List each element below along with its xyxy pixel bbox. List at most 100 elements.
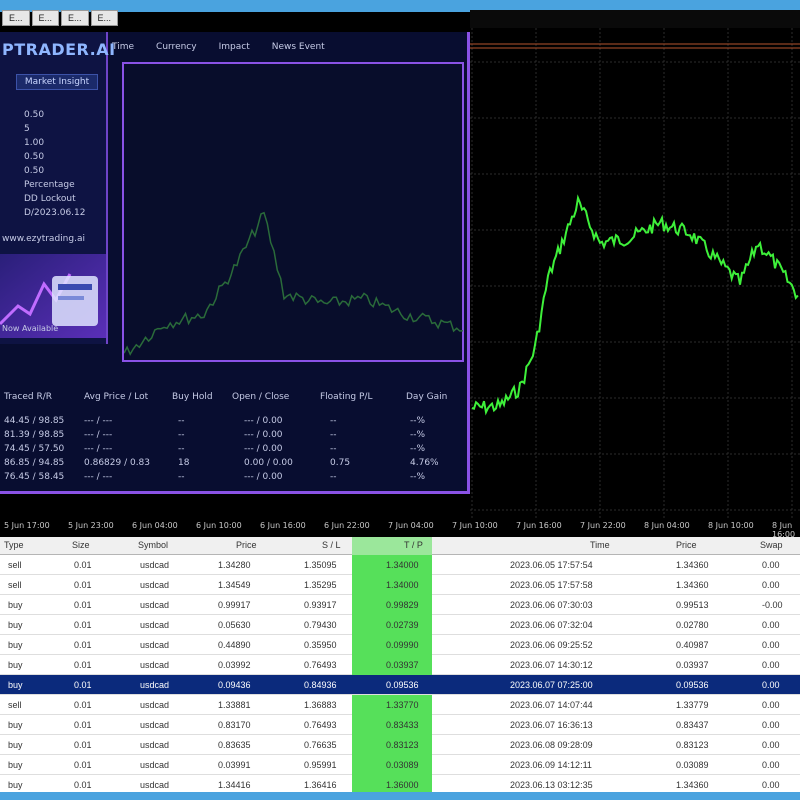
- trade-row[interactable]: buy 0.01 usdcad 0.83170 0.76493 0.83433 2023.0…: [0, 715, 800, 735]
- cell-current-price: 0.83437: [676, 720, 709, 730]
- time-axis-label: 8 Jun 10:00: [708, 521, 754, 530]
- col-header-tp[interactable]: T / P: [404, 540, 423, 550]
- menu-impact[interactable]: Impact: [219, 40, 250, 56]
- cell-swap: 0.00: [762, 760, 780, 770]
- stats-cell: --: [178, 444, 185, 454]
- cell-type: buy: [8, 740, 23, 750]
- trade-row[interactable]: buy 0.01 usdcad 0.99917 0.93917 0.99829 2023.0…: [0, 595, 800, 615]
- cell-sl: 1.36883: [304, 700, 337, 710]
- stats-cell: 76.45 / 58.45: [4, 472, 65, 482]
- col-header-type[interactable]: Type: [4, 540, 24, 550]
- stats-cell: --- / 0.00: [244, 472, 283, 482]
- stats-cell: --: [178, 472, 185, 482]
- dashboard-chart-window: [122, 62, 464, 362]
- trade-row[interactable]: buy 0.01 usdcad 0.03991 0.95991 0.03089 2023.0…: [0, 755, 800, 775]
- col-header-size[interactable]: Size: [72, 540, 90, 550]
- col-header-sl[interactable]: S / L: [322, 540, 341, 550]
- cell-type: buy: [8, 780, 23, 790]
- setting-value: 0.50: [24, 152, 45, 162]
- stats-cell: --%: [410, 472, 426, 482]
- cell-current-price: 0.03089: [676, 760, 709, 770]
- setting-row: 0.50: [4, 110, 108, 122]
- stats-header: Buy Hold: [172, 392, 213, 402]
- cell-time: 2023.06.07 07:25:00: [510, 680, 593, 690]
- stats-cell: 4.76%: [410, 458, 439, 468]
- menu-news-event[interactable]: News Event: [272, 40, 325, 56]
- col-header-swap[interactable]: Swap: [760, 540, 783, 550]
- cell-symbol: usdcad: [140, 580, 170, 590]
- market-insight-button[interactable]: Market Insight: [16, 74, 98, 90]
- trade-row[interactable]: buy 0.01 usdcad 0.09436 0.84936 0.09536 2023.0…: [0, 675, 800, 695]
- cell-price: 0.05630: [218, 620, 251, 630]
- cell-type: buy: [8, 620, 23, 630]
- stats-cell: --: [330, 444, 337, 454]
- cell-type: buy: [8, 720, 23, 730]
- stats-cell: --: [330, 416, 337, 426]
- dashboard-faint-chart: [123, 211, 463, 356]
- chart-tab[interactable]: E...: [31, 10, 60, 26]
- setting-row: 5: [4, 124, 108, 136]
- cell-tp: 1.34000: [386, 580, 419, 590]
- col-header-symbol[interactable]: Symbol: [138, 540, 168, 550]
- cell-swap: 0.00: [762, 740, 780, 750]
- time-axis-label: 7 Jun 22:00: [580, 521, 626, 530]
- chart-tab[interactable]: E...: [90, 10, 119, 26]
- time-axis-label: 5 Jun 23:00: [68, 521, 114, 530]
- col-header-current-price[interactable]: Price: [676, 540, 697, 550]
- cell-sl: 0.76493: [304, 720, 337, 730]
- price-series-line: [471, 194, 799, 416]
- trade-row[interactable]: sell 0.01 usdcad 1.34280 1.35095 1.34000 2023.…: [0, 555, 800, 575]
- stats-cell: 81.39 / 98.85: [4, 430, 65, 440]
- stats-cell: 0.86829 / 0.83: [84, 458, 151, 468]
- chart-tab[interactable]: E...: [2, 10, 30, 26]
- setting-value: 5: [24, 124, 30, 134]
- trade-row[interactable]: buy 0.01 usdcad 0.03992 0.76493 0.03937 2023.0…: [0, 655, 800, 675]
- trade-row[interactable]: sell 0.01 usdcad 1.34549 1.35295 1.34000 2023.…: [0, 575, 800, 595]
- chart-tab[interactable]: E...: [61, 10, 89, 26]
- cell-tp: 1.33770: [386, 700, 419, 710]
- time-axis-label: 6 Jun 22:00: [324, 521, 370, 530]
- website-link[interactable]: www.ezytrading.ai: [2, 234, 85, 244]
- cell-sl: 1.36416: [304, 780, 337, 790]
- cell-price: 0.03991: [218, 760, 251, 770]
- cell-current-price: 0.09536: [676, 680, 709, 690]
- cell-time: 2023.06.06 07:30:03: [510, 600, 593, 610]
- cell-swap: 0.00: [762, 660, 780, 670]
- stats-cell: --%: [410, 430, 426, 440]
- time-axis-label: 7 Jun 16:00: [516, 521, 562, 530]
- time-axis: 5 Jun 17:00 5 Jun 23:00 6 Jun 04:00 6 Jun 1…: [0, 518, 800, 539]
- cell-swap: -0.00: [762, 600, 783, 610]
- cell-symbol: usdcad: [140, 640, 170, 650]
- cell-swap: 0.00: [762, 680, 780, 690]
- cell-time: 2023.06.07 16:36:13: [510, 720, 593, 730]
- cell-time: 2023.06.05 17:57:58: [510, 580, 593, 590]
- trading-terminal: E... E... E... E... Time Currency Impact…: [0, 0, 800, 800]
- col-header-price[interactable]: Price: [236, 540, 257, 550]
- cell-price: 0.09436: [218, 680, 251, 690]
- cell-current-price: 1.34360: [676, 560, 709, 570]
- cell-symbol: usdcad: [140, 620, 170, 630]
- stats-cell: 0.75: [330, 458, 351, 468]
- stats-cell: --: [330, 472, 337, 482]
- trade-row[interactable]: buy 0.01 usdcad 0.05630 0.79430 0.02739 2023.0…: [0, 615, 800, 635]
- cell-price: 1.33881: [218, 700, 251, 710]
- cell-size: 0.01: [74, 580, 92, 590]
- trade-row[interactable]: buy 0.01 usdcad 0.83635 0.76635 0.83123 2023.0…: [0, 735, 800, 755]
- setting-value: 0.50: [24, 110, 45, 120]
- cell-symbol: usdcad: [140, 720, 170, 730]
- trade-row[interactable]: sell 0.01 usdcad 1.33881 1.36883 1.33770 2023.…: [0, 695, 800, 715]
- setting-row: Percentage: [4, 180, 108, 192]
- stats-cell: --- / ---: [84, 444, 113, 454]
- stats-cell: 18: [178, 458, 190, 468]
- cell-size: 0.01: [74, 600, 92, 610]
- trade-row[interactable]: buy 0.01 usdcad 0.44890 0.35950 0.09990 2023.0…: [0, 635, 800, 655]
- menu-currency[interactable]: Currency: [156, 40, 197, 56]
- promo-label: Now Available: [2, 324, 59, 333]
- cell-current-price: 0.83123: [676, 740, 709, 750]
- setting-value: Percentage: [24, 180, 75, 190]
- cell-swap: 0.00: [762, 620, 780, 630]
- cell-price: 0.44890: [218, 640, 251, 650]
- col-header-time[interactable]: Time: [590, 540, 610, 550]
- cell-type: sell: [8, 580, 22, 590]
- cell-current-price: 1.34360: [676, 580, 709, 590]
